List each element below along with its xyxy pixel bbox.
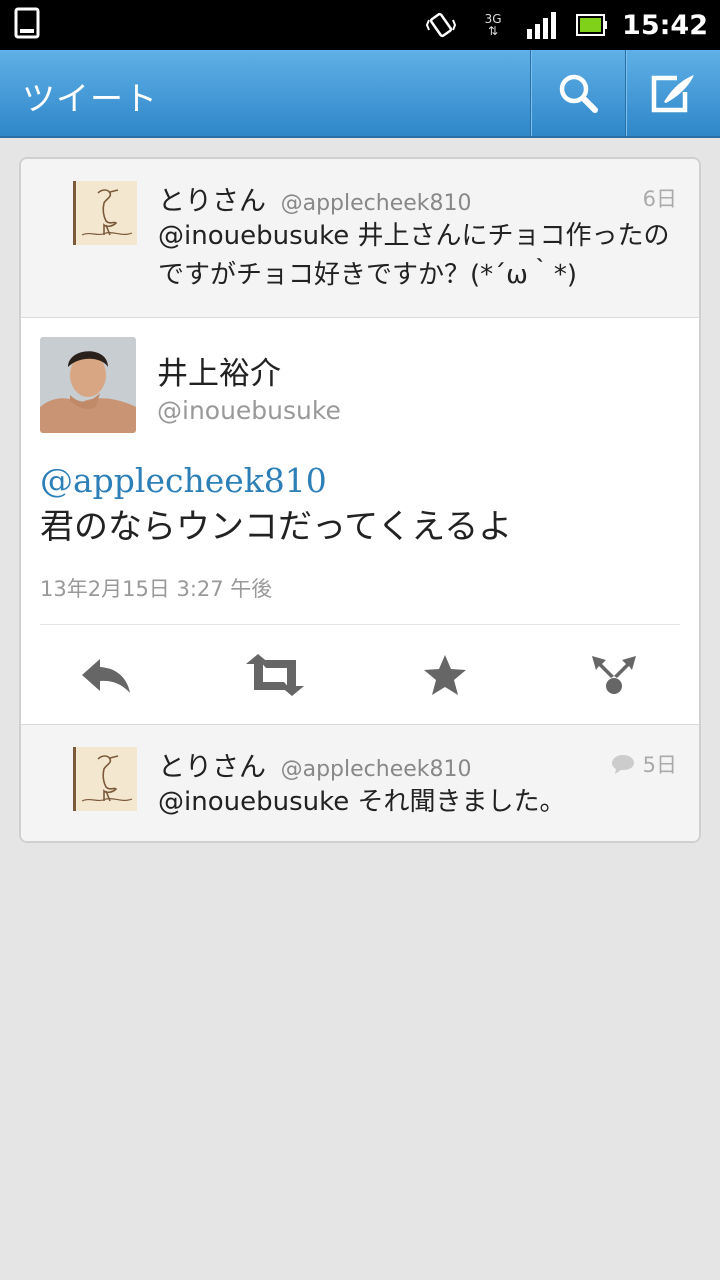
mention-link[interactable]: @applecheek810 [40,458,680,504]
author-handle: @applecheek810 [280,757,472,782]
bird-drawing-icon [81,755,133,802]
author-name: とりさん [158,752,266,783]
reply-button[interactable] [21,625,191,724]
battery-icon [576,13,608,37]
tweet-body: @applecheek810 君のならウンコだってくえるよ [40,458,680,550]
author-name: 井上裕介 [157,356,281,392]
retweet-button[interactable] [191,625,361,724]
vibrate-icon [426,10,457,40]
tweet-text: 君のならウンコだってくえるよ [40,507,513,547]
reply-tweet[interactable]: とりさん @applecheek810 5日 @inouebusuke それ聞き… [21,724,699,841]
conversation-icon [611,755,634,774]
profile-photo-icon [40,337,136,433]
avatar[interactable] [40,337,136,433]
avatar[interactable] [73,747,137,811]
reply-icon [81,658,130,693]
share-icon [592,655,637,694]
signal-icon [526,11,558,39]
tweet-date: 13年2月15日 3:27 午後 [40,577,273,601]
retweet-icon [246,653,305,696]
author-handle: @inouebusuke [157,396,341,425]
device-icon [14,7,40,43]
tweet-text: @inouebusuke 井上さんにチョコ作ったのですがチョコ好きですか？(*´… [158,221,670,290]
in-reply-to-tweet[interactable]: とりさん @applecheek810 6日 @inouebusuke 井上さん… [21,159,699,318]
author-line: とりさん @applecheek810 [158,745,472,784]
clock: 15:42 [622,9,708,41]
search-button[interactable] [530,50,625,136]
tweet-time-group: 5日 [611,749,677,779]
compose-button[interactable] [625,50,720,136]
search-icon [559,74,598,113]
compose-icon [651,75,694,113]
tweet-time: 6日 [642,187,677,211]
bird-drawing-icon [81,189,133,236]
tweet-card: とりさん @applecheek810 6日 @inouebusuke 井上さん… [19,157,701,843]
author-name: とりさん [158,186,266,217]
tweet-time: 5日 [642,753,677,777]
main-tweet: 井上裕介 @inouebusuke @applecheek810 君のならウンコ… [21,318,699,724]
action-bar: ツイート [0,50,720,138]
avatar[interactable] [73,181,137,245]
favorite-button[interactable] [360,625,530,724]
status-bar: 3G ⇅ 15:42 [0,0,720,50]
author-handle: @applecheek810 [280,191,472,216]
page-title: ツイート [22,79,158,118]
tweet-text: @inouebusuke それ聞きました。 [158,787,566,817]
share-button[interactable] [530,625,700,724]
author-line: とりさん @applecheek810 [158,179,472,218]
star-icon [423,654,466,695]
network-type: 3G ⇅ [484,12,502,38]
tweet-actions [21,625,699,724]
